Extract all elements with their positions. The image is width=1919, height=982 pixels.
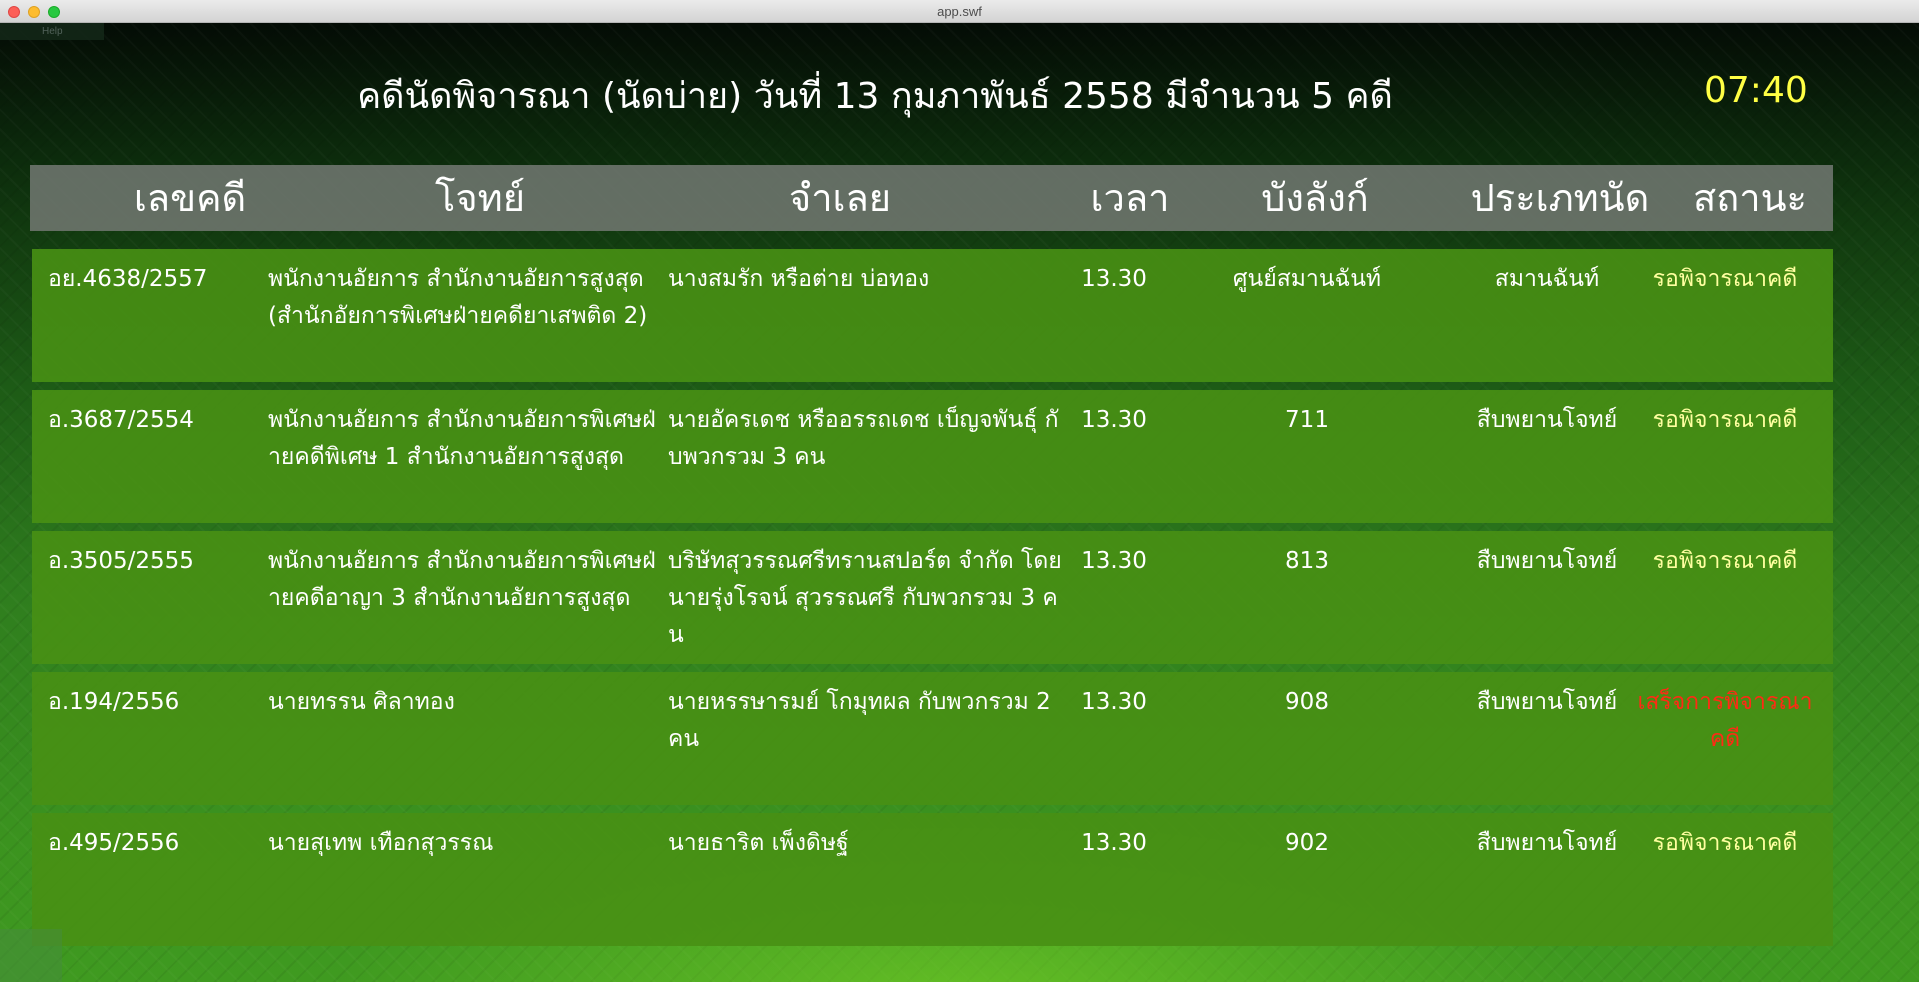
- help-menu[interactable]: Help: [0, 23, 104, 40]
- courtroom-cell: 908: [1285, 689, 1329, 715]
- defendant-cell: บริษัทสุวรรณศรีทรานสปอร์ต จำกัด โดย นายร…: [668, 548, 1062, 648]
- status-cell: รอพิจารณาคดี: [1652, 548, 1798, 574]
- corner-panel: [0, 929, 62, 982]
- status-cell: รอพิจารณาคดี: [1652, 266, 1798, 292]
- courtroom-cell: 902: [1285, 830, 1329, 856]
- app-stage: Help คดีนัดพิจารณา (นัดบ่าย) วันที่ 13 ก…: [0, 23, 1919, 982]
- window-titlebar: app.swf: [0, 0, 1919, 23]
- defendant-cell: นายธาริต เพ็งดิษฐ์: [668, 830, 849, 856]
- courtroom-cell: 711: [1285, 407, 1329, 433]
- time-cell: 13.30: [1081, 548, 1147, 574]
- column-header-case-number: เลขคดี: [133, 176, 247, 220]
- table-row: อ.495/2556 นายสุเทพ เทือกสุวรรณ นายธาริต…: [32, 813, 1833, 946]
- table-row: อ.194/2556 นายทรรน ศิลาทอง นายหรรษารมย์ …: [32, 672, 1833, 805]
- window-title: app.swf: [937, 4, 982, 19]
- plaintiff-cell: นายสุเทพ เทือกสุวรรณ: [268, 830, 494, 856]
- defendant-cell: นายหรรษารมย์ โกมุทผล กับพวกรวม 2 คน: [668, 689, 1051, 752]
- column-header-plaintiff: โจทย์: [435, 176, 525, 220]
- page-title: คดีนัดพิจารณา (นัดบ่าย) วันที่ 13 กุมภาพ…: [357, 76, 1393, 117]
- time-cell: 13.30: [1081, 407, 1147, 433]
- case-number-cell: อ.194/2556: [48, 689, 180, 715]
- status-cell: เสร็จการพิจารณาคดี: [1637, 689, 1813, 752]
- column-header-defendant: จำเลย: [788, 176, 892, 220]
- time-cell: 13.30: [1081, 266, 1147, 292]
- defendant-cell: นายอัครเดช หรืออรรถเดช เบ็ญจพันธุ์ กับพว…: [668, 407, 1059, 470]
- time-cell: 13.30: [1081, 830, 1147, 856]
- defendant-cell: นางสมรัก หรือต่าย บ่อทอง: [668, 266, 930, 292]
- plaintiff-cell: พนักงานอัยการ สำนักงานอัยการพิเศษฝ่ายคดี…: [268, 407, 656, 470]
- status-cell: รอพิจารณาคดี: [1652, 407, 1798, 433]
- time-cell: 13.30: [1081, 689, 1147, 715]
- courtroom-cell: 813: [1285, 548, 1329, 574]
- table-row: อย.4638/2557 พนักงานอัยการ สำนักงานอัยกา…: [32, 249, 1833, 382]
- courtroom-cell: ศูนย์สมานฉันท์: [1232, 266, 1382, 292]
- case-number-cell: อ.3687/2554: [48, 407, 194, 433]
- column-header-status: สถานะ: [1693, 176, 1807, 220]
- case-number-cell: อ.3505/2555: [48, 548, 194, 574]
- case-number-cell: อย.4638/2557: [48, 266, 208, 292]
- plaintiff-cell: นายทรรน ศิลาทอง: [268, 689, 455, 715]
- status-cell: รอพิจารณาคดี: [1652, 830, 1798, 856]
- case-number-cell: อ.495/2556: [48, 830, 180, 856]
- plaintiff-cell: พนักงานอัยการ สำนักงานอัยการสูงสุด (สำนั…: [268, 266, 648, 329]
- clock-display: 07:40: [1704, 70, 1808, 111]
- column-header-courtroom: บังลังก์: [1261, 176, 1369, 220]
- plaintiff-cell: พนักงานอัยการ สำนักงานอัยการพิเศษฝ่ายคดี…: [268, 548, 656, 611]
- table-row: อ.3505/2555 พนักงานอัยการ สำนักงานอัยการ…: [32, 531, 1833, 664]
- column-header-time: เวลา: [1090, 176, 1170, 220]
- table-row: อ.3687/2554 พนักงานอัยการ สำนักงานอัยการ…: [32, 390, 1833, 523]
- table-header: เลขคดี โจทย์ จำเลย เวลา บังลังก์ ประเภทน…: [30, 165, 1833, 231]
